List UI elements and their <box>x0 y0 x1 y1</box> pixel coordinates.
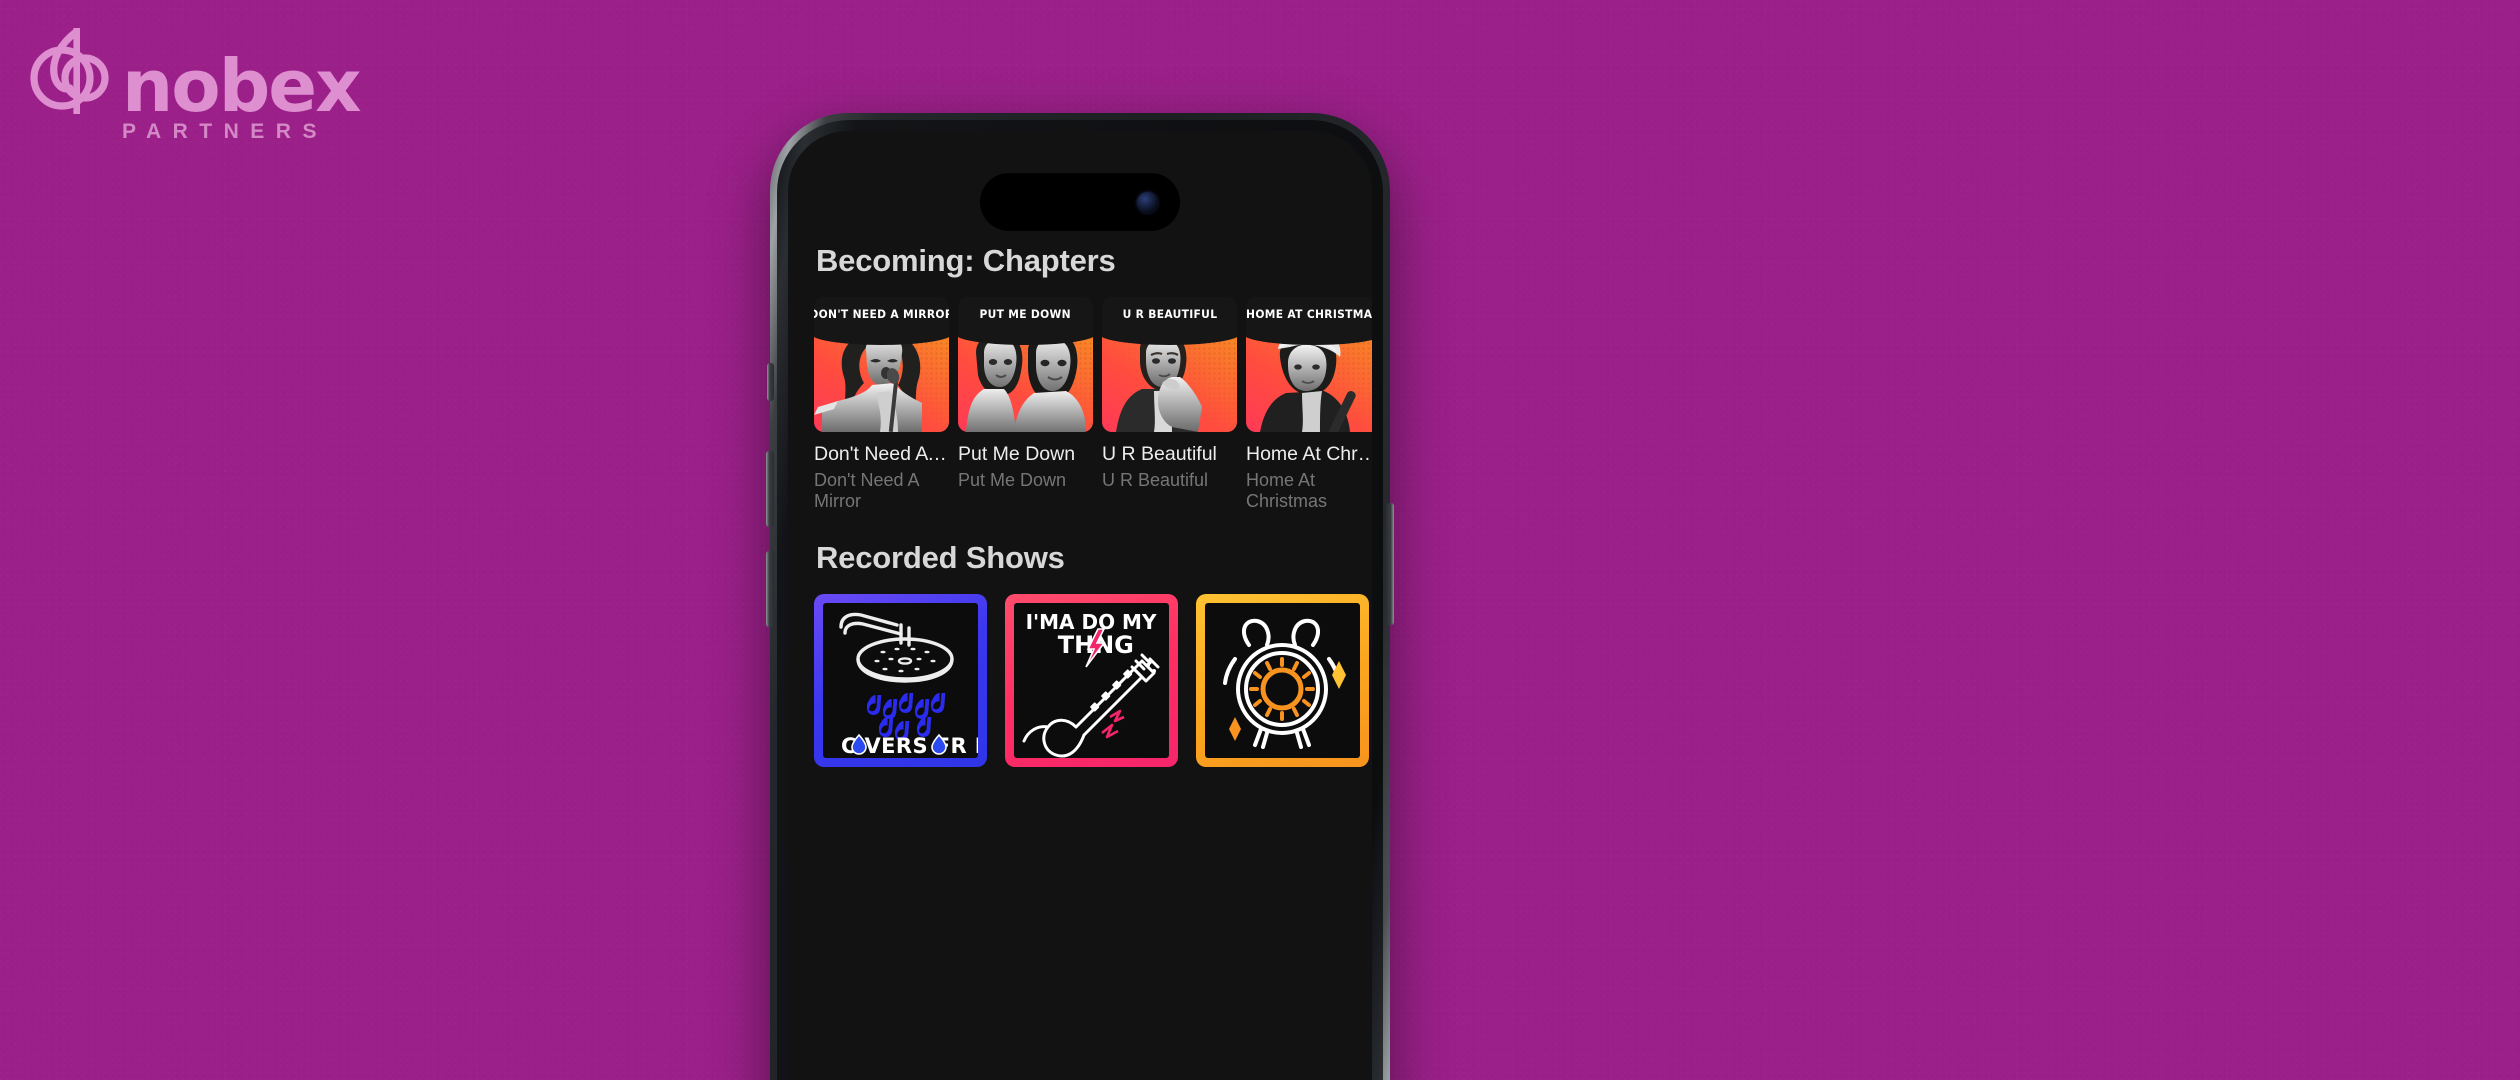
chapter-card[interactable]: U R BEAUTIFUL U R Beautiful U R Beautifu… <box>1102 297 1237 512</box>
phone-mockup: Becoming: Chapters DON'T NEED A MIRROR D… <box>766 113 1394 1080</box>
chapters-carousel[interactable]: DON'T NEED A MIRROR Don't Need A M Don't… <box>814 297 1372 512</box>
artwork-badge-label: DON'T NEED A MIRROR <box>814 307 949 321</box>
artwork-badge: DON'T NEED A MIRROR <box>814 297 949 345</box>
section-title-becoming-chapters: Becoming: Chapters <box>816 243 1116 278</box>
chapter-card[interactable]: HOME AT CHRISTMAS Home At Chris Home At … <box>1246 297 1372 512</box>
chapter-title: Put Me Down <box>958 444 1076 465</box>
front-camera-lens-icon <box>1137 191 1158 213</box>
artwork-gradient <box>814 331 949 432</box>
chapter-title: Don't Need A M... <box>814 444 949 465</box>
chapter-title: Home At Christ... <box>1246 444 1372 465</box>
chapter-artwork[interactable]: PUT ME DOWN <box>958 297 1093 432</box>
artwork-badge-label: U R BEAUTIFUL <box>1122 307 1217 321</box>
power-button[interactable] <box>1386 503 1394 625</box>
artwork-photo-woman-fur-hat <box>1246 331 1372 432</box>
chapter-artwork[interactable]: DON'T NEED A MIRROR <box>814 297 949 432</box>
nobex-treble-clef-icon <box>30 28 109 114</box>
artwork-gradient <box>1102 331 1237 432</box>
chapter-card[interactable]: PUT ME DOWN Put Me Down Put Me Down <box>958 297 1093 512</box>
chapter-subtitle: Home At Christmas <box>1246 469 1328 511</box>
artwork-gradient <box>1246 331 1372 432</box>
artwork-badge: U R BEAUTIFUL <box>1102 297 1237 345</box>
show-caption-line2a: TH <box>1058 631 1094 659</box>
chapter-card[interactable]: DON'T NEED A MIRROR Don't Need A M Don't… <box>814 297 949 512</box>
logo-wordmark: nobex <box>122 43 362 128</box>
logo-lockup: nobex <box>30 22 362 122</box>
show-artwork-electric-guitar-lightning: I'MA DO MY TH NG <box>1014 602 1169 758</box>
chapter-artwork[interactable]: U R BEAUTIFUL <box>1102 297 1237 432</box>
section-title-recorded-shows: Recorded Shows <box>816 539 1065 575</box>
artwork-photo-man-hand-on-chin <box>1102 331 1237 432</box>
silent-switch-button[interactable] <box>767 363 774 401</box>
volume-up-button[interactable] <box>766 451 774 527</box>
show-artwork-alarm-clock-sun-sparkles <box>1205 602 1360 758</box>
recorded-shows-carousel[interactable]: C VERS FR M I'MA DO MY TH <box>814 593 1369 767</box>
logo-tagline: PARTNERS <box>122 120 328 143</box>
chapter-artwork[interactable]: HOME AT CHRISTMAS <box>1246 297 1372 432</box>
artwork-badge: PUT ME DOWN <box>958 297 1093 345</box>
chapter-subtitle: Don't Need A Mirror <box>814 469 919 511</box>
app-content: Becoming: Chapters DON'T NEED A MIRROR D… <box>788 243 1372 1080</box>
artwork-badge-label: PUT ME DOWN <box>979 307 1072 321</box>
artwork-photo-two-women-portrait <box>958 331 1093 432</box>
nobex-partners-logo: nobex PARTNERS <box>30 22 362 144</box>
chapter-title: U R Beautiful <box>1102 444 1217 465</box>
show-card[interactable]: I'MA DO MY TH NG <box>1005 593 1178 767</box>
show-card[interactable]: C VERS FR M <box>814 593 987 767</box>
artwork-photo-woman-singing-microphone <box>814 331 949 432</box>
phone-screen: Becoming: Chapters DON'T NEED A MIRROR D… <box>788 131 1372 1080</box>
volume-down-button[interactable] <box>766 551 774 627</box>
chapter-subtitle: U R Beautiful <box>1102 469 1209 490</box>
artwork-badge-label: HOME AT CHRISTMAS <box>1246 307 1372 321</box>
artwork-badge: HOME AT CHRISTMAS <box>1246 297 1372 345</box>
chapter-subtitle: Put Me Down <box>958 469 1067 490</box>
sparkle-icon <box>1229 716 1241 741</box>
dynamic-island <box>980 173 1180 231</box>
artwork-gradient <box>958 331 1093 432</box>
show-card[interactable] <box>1196 593 1369 767</box>
show-artwork-showerhead-music-note-rain: C VERS FR M <box>823 602 978 758</box>
